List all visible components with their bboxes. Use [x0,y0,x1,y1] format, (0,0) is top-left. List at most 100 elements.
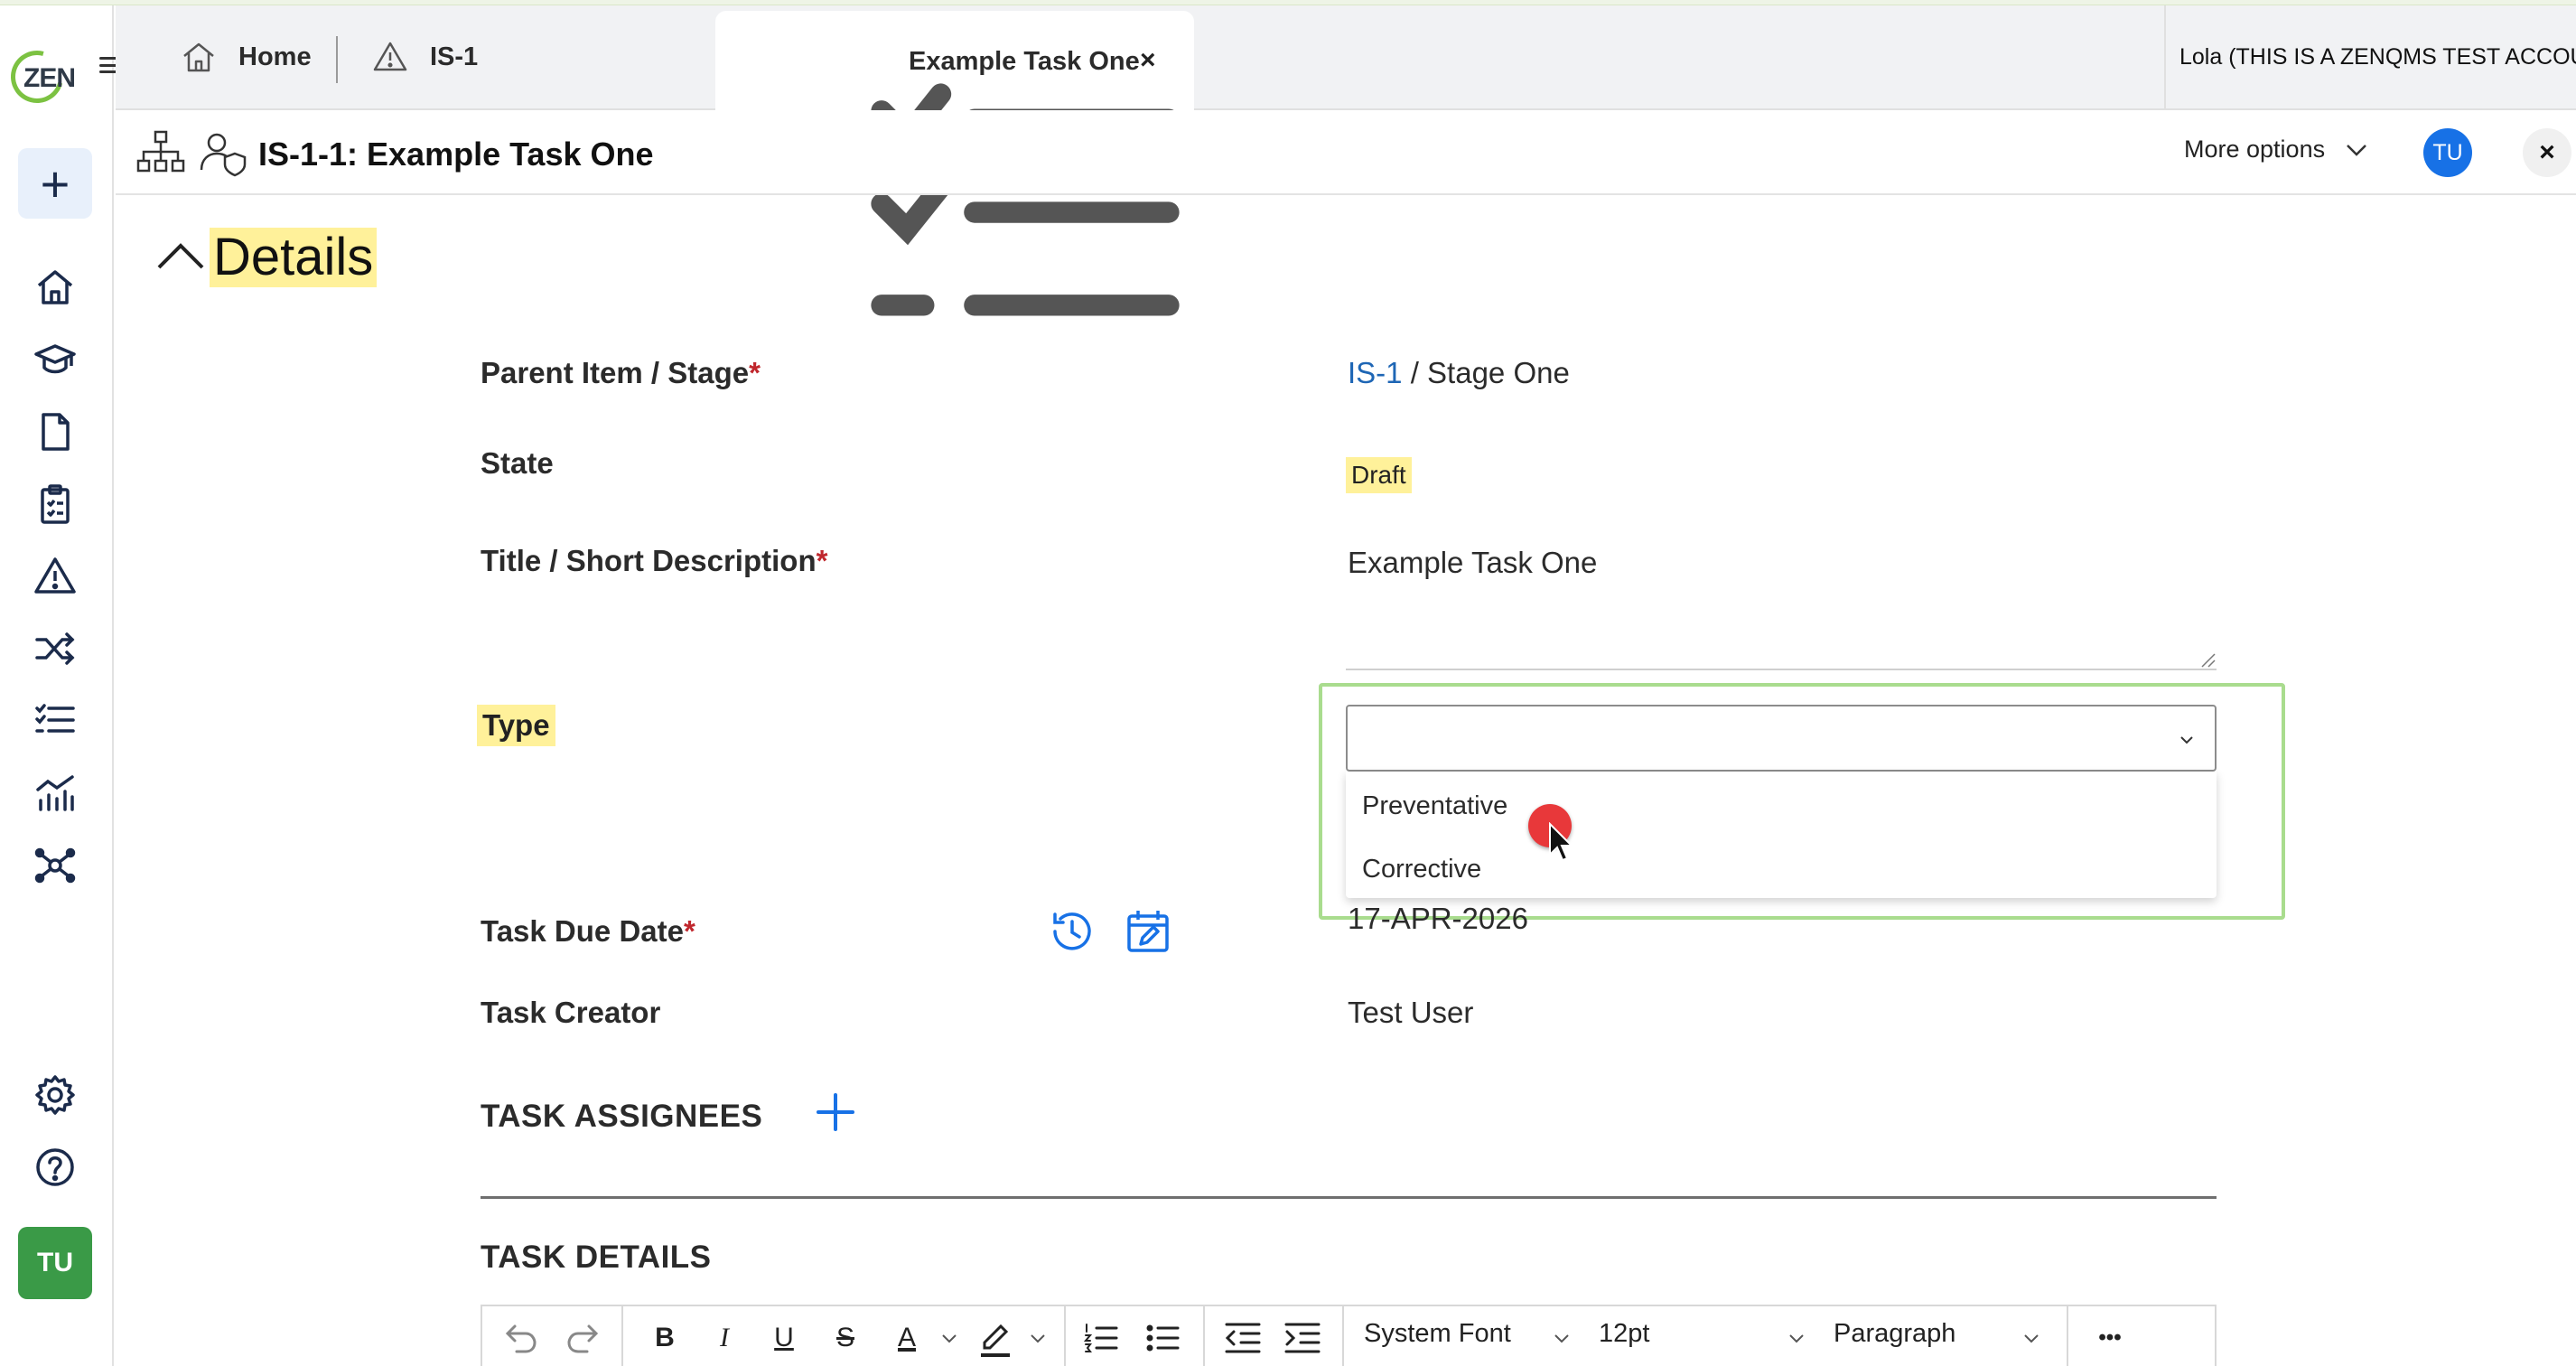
due-date-label: Task Due Date* [481,914,695,949]
required-marker: * [816,544,828,577]
tab-active-label: Example Task One [909,47,1140,76]
editor-toolbar: B I U S A System Font 12pt Paragraph ••• [481,1305,2217,1366]
parent-item-label: Parent Item / Stage* [481,356,761,390]
section-title: Details [210,228,378,287]
toolbar-separator [621,1306,623,1366]
training-icon[interactable] [30,334,80,385]
bullet-list-icon[interactable] [1143,1315,1183,1361]
block-format-select[interactable]: Paragraph [1834,1319,1955,1349]
more-tools-button[interactable]: ••• [2083,1315,2137,1361]
zen-logo[interactable]: ZEN [1,41,79,113]
chevron-down-icon [2180,736,2193,744]
user-shield-icon[interactable] [199,128,249,177]
tab-is1-label: IS-1 [430,42,479,71]
more-options-label: More options [2184,136,2326,163]
undo-icon[interactable] [500,1315,540,1361]
type-option-corrective[interactable]: Corrective [1362,855,1481,884]
user-avatar-circle[interactable]: TU [2423,128,2472,177]
task-assignees-heading: TASK ASSIGNEES [481,1099,763,1134]
chevron-down-icon[interactable] [1552,1328,1572,1348]
tab-bar: Home IS-1 Example Task One × Lola (THIS … [116,5,2576,316]
analytics-icon[interactable] [30,768,80,819]
resize-grip-icon[interactable] [2198,650,2217,669]
font-family-select[interactable]: System Font [1364,1319,1511,1349]
toolbar-separator [2067,1306,2068,1366]
title-input-border [1346,669,2217,670]
warning-icon [373,42,407,71]
required-marker: * [683,914,695,948]
tab-home[interactable]: Home [181,5,312,108]
due-date-label-text: Task Due Date [481,914,684,948]
more-options-button[interactable]: More options [2184,136,2368,164]
close-tab-icon[interactable]: × [1140,45,1156,76]
clipboard-icon[interactable] [30,479,80,529]
highlight-color-icon[interactable] [975,1315,1015,1361]
account-name[interactable]: Lola (THIS IS A ZENQMS TEST ACCOUNT [2179,5,2576,108]
due-date-value: 17-APR-2026 [1348,902,1528,935]
page-title: IS-1-1: Example Task One [258,136,654,173]
chevron-down-icon[interactable] [2021,1328,2041,1348]
home-icon [183,42,214,72]
tab-example-task-one[interactable]: Example Task One × [715,11,1194,316]
mouse-cursor-icon [1549,822,1574,862]
toolbar-separator [1064,1306,1066,1366]
parent-item-link[interactable]: IS-1 [1348,356,1403,389]
toolbar-separator [1203,1306,1205,1366]
help-icon[interactable] [30,1142,80,1193]
underline-button[interactable]: U [764,1315,804,1361]
logo-text: ZEN [23,63,76,93]
checklist-icon[interactable] [30,696,80,746]
type-dropdown-menu: Preventative Corrective [1346,772,2217,898]
title-label-text: Title / Short Description [481,544,817,577]
type-select[interactable] [1346,705,2217,772]
home-icon[interactable] [30,262,80,313]
required-marker: * [749,356,761,389]
parent-item-label-text: Parent Item / Stage [481,356,750,389]
font-color-button[interactable]: A [887,1315,927,1361]
user-avatar[interactable]: TU [18,1227,92,1299]
strikethrough-button[interactable]: S [826,1315,865,1361]
bold-button[interactable]: B [645,1315,685,1361]
add-assignee-icon[interactable] [815,1091,856,1133]
chevron-down-icon[interactable] [1787,1328,1806,1348]
state-badge: Draft [1346,457,1412,493]
account-separator [2164,5,2166,108]
history-icon[interactable] [1048,907,1097,956]
chevron-down-icon [2347,144,2366,156]
tab-separator [336,36,338,83]
italic-button[interactable]: I [705,1315,744,1361]
gear-icon[interactable] [30,1070,80,1120]
shuffle-icon[interactable] [30,623,80,674]
hierarchy-icon[interactable] [135,128,186,177]
section-divider [481,1196,2217,1199]
calendar-edit-icon[interactable] [1124,907,1172,956]
parent-stage-text: / Stage One [1402,356,1570,389]
close-item-button[interactable]: × [2523,128,2571,177]
tab-is1[interactable]: IS-1 [372,5,478,108]
title-label: Title / Short Description* [481,544,827,578]
redo-icon[interactable] [564,1315,603,1361]
toolbar-separator [1342,1306,1344,1366]
task-creator-value: Test User [1348,996,1474,1029]
task-creator-label: Task Creator [481,996,661,1029]
task-details-heading: TASK DETAILS [481,1240,712,1275]
checklist-icon [871,83,1180,316]
tab-home-label: Home [238,42,312,71]
item-title-bar: IS-1-1: Example Task One More options TU… [116,110,2576,195]
create-new-button[interactable]: + [18,148,92,219]
state-label: State [481,446,554,480]
parent-item-value: IS-1 / Stage One [1348,356,1570,390]
font-size-select[interactable]: 12pt [1599,1319,1649,1349]
collapse-chevron-icon[interactable] [155,237,206,273]
chevron-down-icon[interactable] [939,1328,959,1348]
numbered-list-icon[interactable] [1082,1315,1122,1361]
outdent-icon[interactable] [1223,1315,1263,1361]
left-sidebar: ZEN + TU [0,5,114,1366]
network-icon[interactable] [30,840,80,891]
indent-icon[interactable] [1283,1315,1322,1361]
warning-icon[interactable] [30,551,80,602]
type-option-preventative[interactable]: Preventative [1362,791,1507,821]
chevron-down-icon[interactable] [1028,1328,1048,1348]
title-input[interactable]: Example Task One [1348,546,1597,580]
document-icon[interactable] [30,407,80,457]
